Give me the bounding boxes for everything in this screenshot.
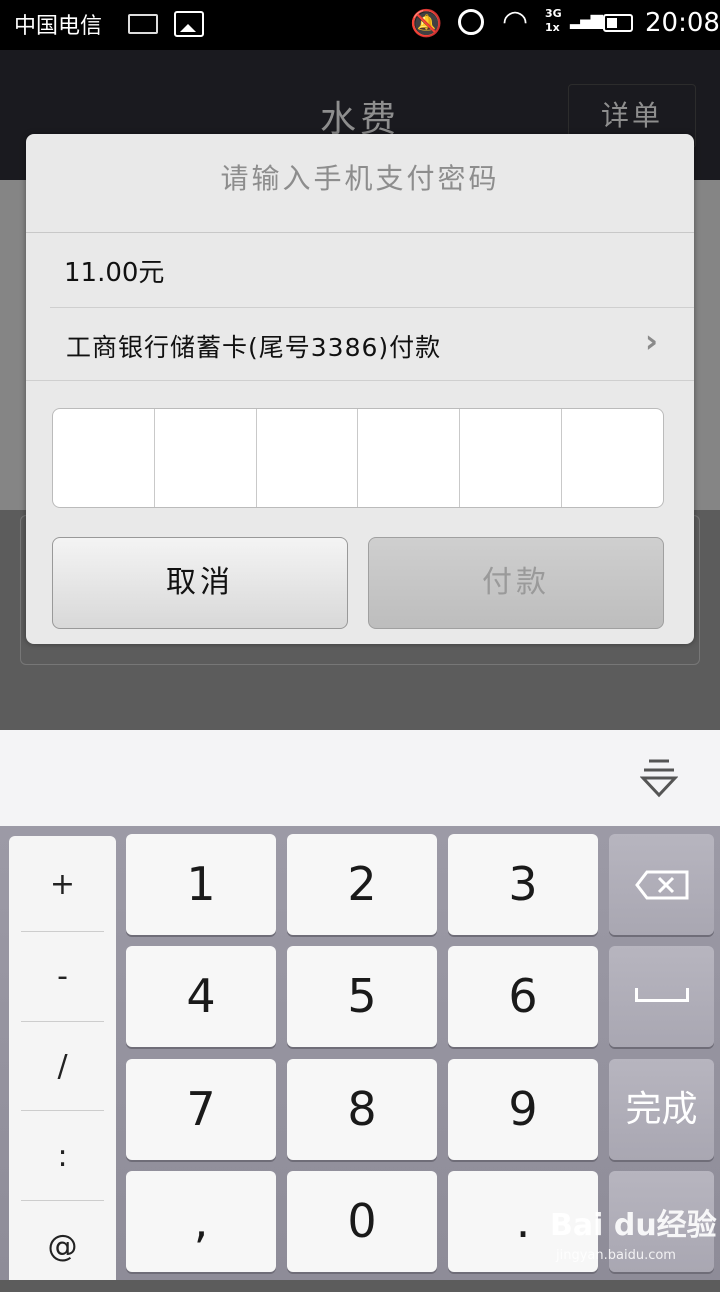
- password-digit-cell: [460, 409, 563, 507]
- divider: [21, 1200, 104, 1201]
- payment-card-selector[interactable]: 工商银行储蓄卡(尾号3386)付款 ›: [50, 308, 694, 380]
- key-1[interactable]: 1: [126, 834, 276, 935]
- payment-dialog: 请输入手机支付密码 11.00元 工商银行储蓄卡(尾号3386)付款 › 取消 …: [26, 134, 694, 644]
- divider: [26, 380, 694, 381]
- key-9[interactable]: 9: [448, 1059, 598, 1160]
- password-digit-cell: [358, 409, 461, 507]
- password-digit-cell: [562, 409, 663, 507]
- payment-amount: 11.00元: [64, 258, 165, 288]
- status-time: 20:08: [645, 8, 720, 38]
- cancel-button[interactable]: 取消: [52, 537, 348, 629]
- password-digit-cell: [257, 409, 359, 507]
- key-4[interactable]: 4: [126, 946, 276, 1047]
- backspace-key[interactable]: [609, 834, 714, 935]
- hide-keyboard-icon[interactable]: [640, 758, 678, 798]
- done-key[interactable]: 完成: [609, 1059, 714, 1160]
- pay-button[interactable]: 付款: [368, 537, 664, 629]
- wifi-icon: ◠: [502, 4, 529, 39]
- watermark-brand: Bai du经验: [550, 1208, 717, 1243]
- watermark-url: jingyan.baidu.com: [556, 1248, 676, 1263]
- key-comma[interactable]: ,: [126, 1171, 276, 1272]
- space-icon: [635, 988, 689, 1002]
- key-7[interactable]: 7: [126, 1059, 276, 1160]
- key-plus[interactable]: +: [9, 840, 116, 930]
- key-5[interactable]: 5: [287, 946, 437, 1047]
- image-notification-icon: [174, 11, 204, 37]
- status-bar: 中国电信 🔕 ◠ 3G 1x ▂▄▆ 20:08: [0, 0, 720, 50]
- divider: [21, 1110, 104, 1111]
- password-digit-cell: [155, 409, 257, 507]
- backspace-icon: [635, 870, 689, 900]
- alarm-icon: [458, 9, 484, 35]
- muted-bell-icon: 🔕: [410, 9, 443, 39]
- dialog-title: 请输入手机支付密码: [26, 134, 694, 233]
- key-at[interactable]: @: [9, 1202, 116, 1292]
- key-0[interactable]: 0: [287, 1171, 437, 1272]
- space-key[interactable]: [609, 946, 714, 1047]
- keyboard-toolbar: [0, 730, 720, 827]
- key-colon[interactable]: :: [9, 1112, 116, 1202]
- network-type: 3G 1x: [545, 7, 562, 34]
- key-2[interactable]: 2: [287, 834, 437, 935]
- keyboard-notification-icon: [128, 14, 158, 34]
- signal-icon: ▂▄▆: [570, 10, 603, 29]
- password-digit-cell: [53, 409, 155, 507]
- carrier-name: 中国电信: [14, 14, 103, 39]
- payment-card-label: 工商银行储蓄卡(尾号3386)付款: [66, 333, 442, 362]
- key-6[interactable]: 6: [448, 946, 598, 1047]
- password-input[interactable]: [52, 408, 664, 508]
- key-minus[interactable]: -: [9, 932, 116, 1022]
- key-8[interactable]: 8: [287, 1059, 437, 1160]
- symbol-column: + - / : @: [9, 836, 116, 1280]
- chevron-right-icon: ›: [644, 322, 658, 360]
- key-slash[interactable]: /: [9, 1022, 116, 1112]
- key-3[interactable]: 3: [448, 834, 598, 935]
- battery-icon: [603, 14, 633, 32]
